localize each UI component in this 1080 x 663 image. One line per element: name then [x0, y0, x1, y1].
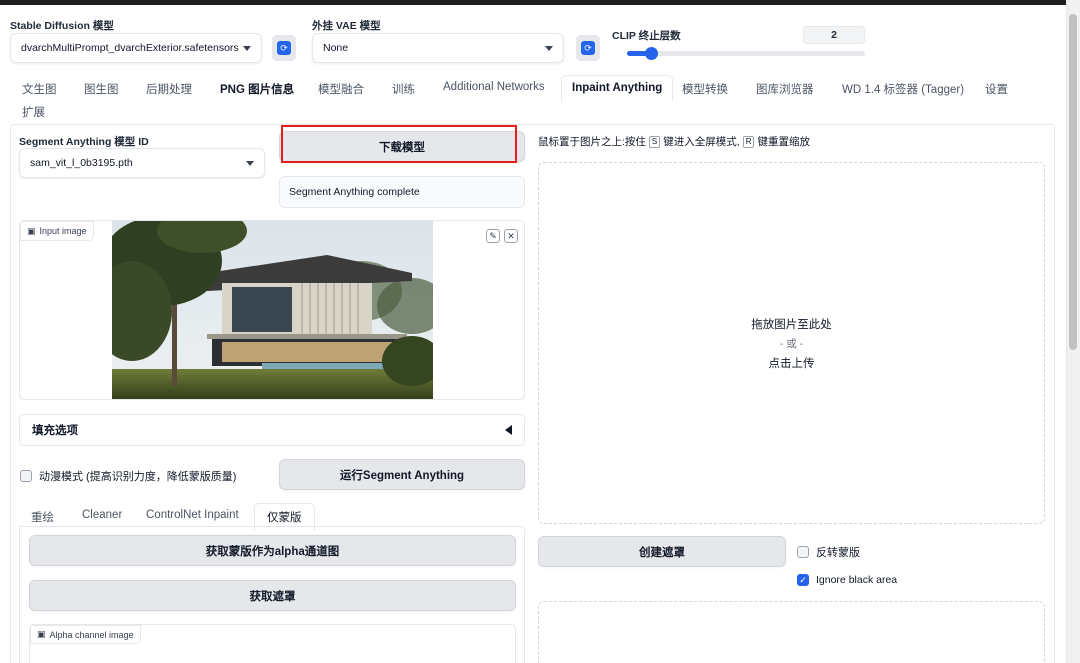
sam-status-text: Segment Anything complete [289, 186, 420, 198]
highlight-box [281, 125, 517, 163]
subtab-cleaner[interactable]: Cleaner [82, 509, 122, 521]
tab-settings[interactable]: 设置 [985, 81, 1008, 97]
sam-model-value: sam_vit_l_0b3195.pth [30, 157, 133, 169]
sd-model-dropdown[interactable]: dvarchMultiPrompt_dvarchExterior.safeten… [10, 33, 262, 63]
get-mask-label: 获取遮罩 [249, 590, 296, 603]
image-icon: ▣ [27, 225, 36, 236]
sam-model-label: Segment Anything 模型 ID [19, 136, 149, 148]
vae-refresh-button[interactable]: ⟳ [576, 35, 600, 61]
clip-value: 2 [831, 29, 837, 41]
hint-text-1: 鼠标置于图片之上:按住 [538, 136, 646, 148]
run-sam-button[interactable]: 运行Segment Anything [279, 459, 525, 490]
ignore-black-label: Ignore black area [816, 574, 898, 586]
alpha-image-label: Alpha channel image [49, 629, 134, 640]
tab-extras[interactable]: 后期处理 [146, 81, 192, 97]
drop-line-3: 点击上传 [768, 357, 815, 370]
anime-mode-checkbox[interactable] [20, 470, 32, 482]
vae-label: 外挂 VAE 模型 [312, 20, 381, 32]
tab-tagger[interactable]: WD 1.4 标签器 (Tagger) [842, 81, 964, 97]
house-rendering-image [112, 221, 433, 399]
refresh-icon: ⟳ [581, 41, 595, 55]
chevron-down-icon [545, 45, 553, 51]
input-image-chip: ▣ Input image [20, 221, 94, 241]
mask-output-zone[interactable] [538, 601, 1045, 663]
image-icon: ▣ [37, 629, 46, 639]
clip-label: CLIP 终止层数 [612, 30, 681, 42]
clip-slider-track[interactable] [627, 51, 865, 56]
invert-mask-checkbox[interactable] [797, 546, 809, 558]
drop-line-2: - 或 - [779, 337, 804, 350]
refresh-icon: ⟳ [277, 41, 291, 55]
vae-dropdown[interactable]: None [312, 33, 564, 63]
alpha-image-chip: ▣ Alpha channel image [30, 625, 141, 644]
edit-icon[interactable]: ✎ [486, 229, 500, 243]
sam-status-textbox: Segment Anything complete [279, 176, 525, 208]
get-alpha-label: 获取蒙版作为alpha通道图 [205, 545, 340, 558]
subtab-controlnet-inpaint[interactable]: ControlNet Inpaint [146, 509, 239, 521]
fill-options-label: 填充选项 [32, 425, 78, 437]
tab-img2img[interactable]: 图生图 [84, 81, 119, 97]
key-r: R [742, 135, 755, 148]
drop-line-1: 拖放图片至此处 [751, 318, 832, 331]
tab-merge[interactable]: 模型融合 [318, 81, 364, 97]
tab-image-browser[interactable]: 图库浏览器 [756, 81, 814, 97]
invert-mask-row[interactable]: 反转蒙版 [797, 544, 860, 560]
ignore-black-checkbox[interactable]: ✓ [797, 574, 809, 586]
get-mask-button[interactable]: 获取遮罩 [29, 580, 516, 611]
anime-mode-checkbox-row[interactable]: 动漫模式 (提高识别力度，降低蒙版质量) [20, 468, 236, 484]
fullscreen-hint: 鼠标置于图片之上:按住 S 键进入全屏模式, R 键重置缩放 [538, 134, 810, 149]
close-icon[interactable]: ✕ [504, 229, 518, 243]
get-alpha-button[interactable]: 获取蒙版作为alpha通道图 [29, 535, 516, 566]
tab-train[interactable]: 训练 [392, 81, 415, 97]
anime-mode-label: 动漫模式 (提高识别力度，降低蒙版质量) [39, 471, 237, 483]
input-image-label: Input image [39, 226, 87, 236]
ignore-black-row[interactable]: ✓ Ignore black area [797, 574, 897, 586]
tab-model-convert[interactable]: 模型转换 [682, 81, 728, 97]
create-mask-label: 创建遮罩 [639, 546, 685, 559]
fill-options-accordion[interactable]: 填充选项 [19, 414, 525, 446]
key-s: S [648, 135, 661, 148]
alpha-image-panel[interactable]: ▣ Alpha channel image [29, 624, 516, 663]
page-scrollbar[interactable] [1066, 0, 1080, 663]
chevron-down-icon [246, 160, 254, 166]
create-mask-button[interactable]: 创建遮罩 [538, 536, 786, 567]
tab-additional-networks[interactable]: Additional Networks [443, 81, 545, 93]
subtab-inpaint[interactable]: 重绘 [31, 509, 54, 525]
invert-mask-label: 反转蒙版 [816, 547, 860, 559]
sd-model-value: dvarchMultiPrompt_dvarchExterior.safeten… [21, 42, 239, 54]
sam-model-dropdown[interactable]: sam_vit_l_0b3195.pth [19, 148, 265, 178]
hint-text-2: 键进入全屏模式, [663, 136, 740, 148]
image-drop-zone[interactable]: 拖放图片至此处 - 或 - 点击上传 [538, 162, 1045, 524]
tab-png-info[interactable]: PNG 图片信息 [220, 81, 294, 97]
tab-extensions[interactable]: 扩展 [22, 104, 45, 120]
clip-slider-thumb[interactable] [645, 47, 658, 60]
vae-value: None [323, 42, 349, 54]
collapse-arrow-icon [505, 425, 512, 435]
run-sam-label: 运行Segment Anything [339, 469, 465, 482]
hint-text-3: 键重置缩放 [757, 136, 810, 148]
sd-model-label: Stable Diffusion 模型 [10, 20, 114, 32]
tab-inpaint-anything[interactable]: Inpaint Anything [561, 75, 674, 101]
tab-txt2img[interactable]: 文生图 [22, 81, 57, 97]
clip-value-input[interactable]: 2 [803, 26, 865, 44]
top-bar [0, 0, 1080, 5]
sd-model-refresh-button[interactable]: ⟳ [272, 35, 296, 61]
scrollbar-thumb[interactable] [1069, 14, 1077, 350]
chevron-down-icon [243, 45, 251, 51]
input-image-panel[interactable]: ▣ Input image ✎ ✕ [19, 220, 525, 400]
